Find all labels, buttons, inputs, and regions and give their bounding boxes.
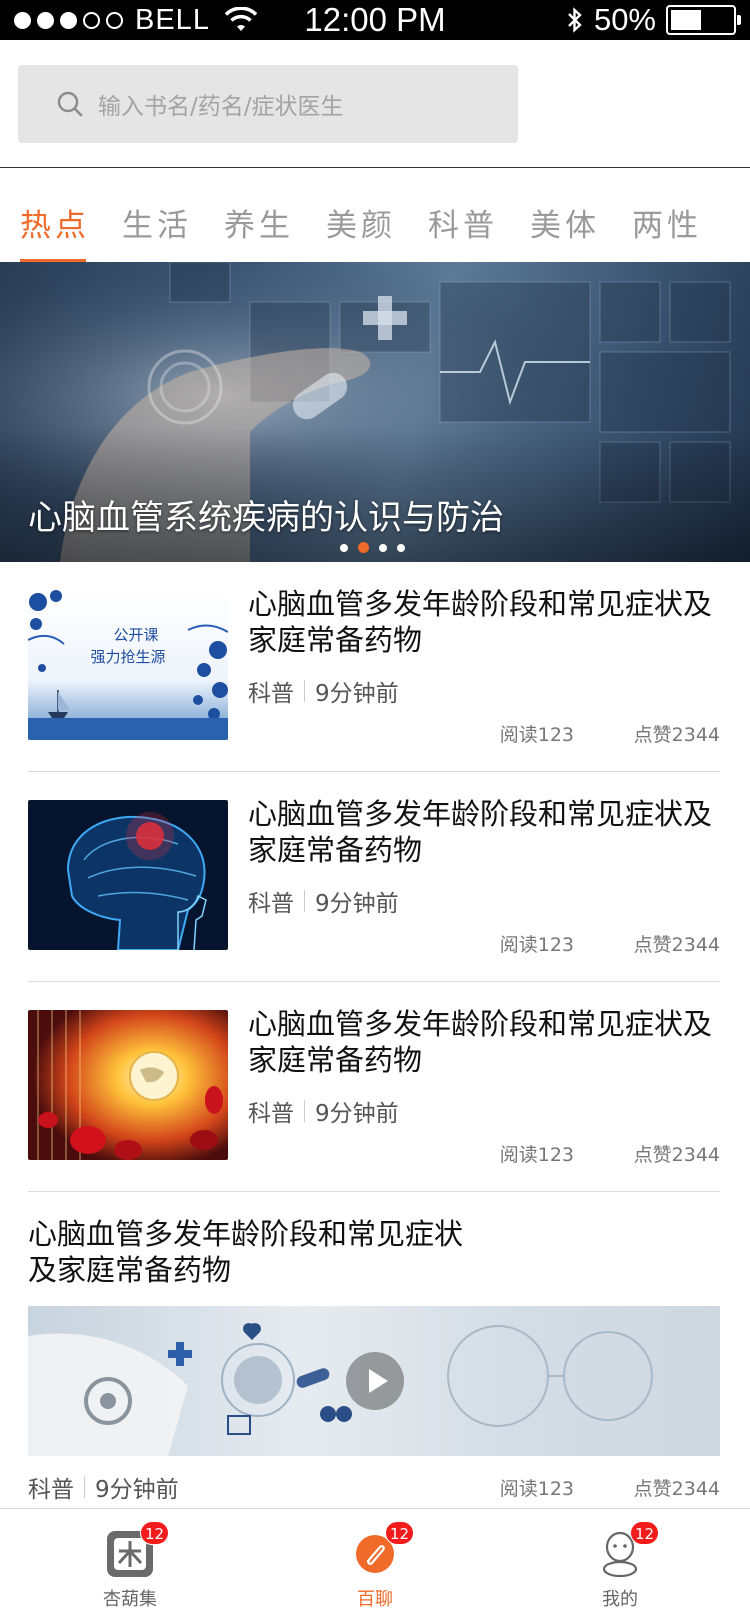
category-tabs: 热点 生活 养生 美颜 科普 美体 两性 <box>0 200 750 262</box>
article-title: 心脑血管多发年龄阶段和常见症状及家庭常备药物 <box>248 1007 713 1077</box>
video-like-count[interactable]: 点赞2344 <box>634 1474 720 1501</box>
tabbar-badge: 12 <box>385 1521 415 1545</box>
carousel-dot-4[interactable] <box>397 543 405 552</box>
article-time: 9分钟前 <box>315 891 399 917</box>
video-article-title: 心脑血管多发年龄阶段和常见症状及家庭常备药物 <box>28 1217 464 1287</box>
tabbar-label: 我的 <box>602 1589 638 1610</box>
meta-divider <box>84 1476 85 1498</box>
article-meta: 科普 9分钟前 <box>248 1094 399 1128</box>
tabbar-item-chat[interactable]: 12 百聊 <box>295 1509 455 1616</box>
battery-percent: 50% <box>593 2 656 37</box>
carousel-dot-3[interactable] <box>379 543 387 552</box>
bottom-tab-bar: 12 杏葫集 12 百聊 12 我的 <box>0 1508 750 1616</box>
search-placeholder: 输入书名/药名/症状医生 <box>98 94 344 120</box>
article-item[interactable]: 心脑血管多发年龄阶段和常见症状及家庭常备药物 科普 9分钟前 阅读123 点赞2… <box>28 982 720 1192</box>
article-read-count: 阅读123 <box>499 724 574 746</box>
play-button[interactable] <box>346 1352 404 1410</box>
video-time: 9分钟前 <box>95 1477 179 1503</box>
carousel-dot-1[interactable] <box>340 543 348 552</box>
article-title: 心脑血管多发年龄阶段和常见症状及家庭常备药物 <box>248 587 713 657</box>
tab-beauty[interactable]: 美颜 <box>326 200 396 262</box>
video-category[interactable]: 科普 <box>28 1470 74 1504</box>
battery-icon <box>666 5 741 35</box>
status-bar: BELL 12:00 PM 50% <box>0 0 750 40</box>
article-item[interactable]: 公开课 强力抢生源 心脑血管多发年龄阶段和常见症状及家庭常备药物 科普 9分钟前… <box>28 562 720 772</box>
tab-hot[interactable]: 热点 <box>20 200 90 262</box>
article-meta: 科普 9分钟前 <box>248 884 399 918</box>
bluetooth-icon <box>568 7 582 33</box>
article-like-count[interactable]: 点赞2344 <box>634 720 720 747</box>
tabbar-badge: 12 <box>140 1521 170 1545</box>
tab-gender[interactable]: 两性 <box>632 200 702 262</box>
poster-line-1: 公开课 <box>113 626 158 644</box>
article-time: 9分钟前 <box>315 1101 399 1127</box>
article-thumbnail <box>28 1010 228 1160</box>
search-input[interactable]: 输入书名/药名/症状医生 <box>18 65 518 143</box>
meta-divider <box>304 1100 305 1122</box>
article-item[interactable]: 心脑血管多发年龄阶段和常见症状及家庭常备药物 科普 9分钟前 阅读123 点赞2… <box>28 772 720 982</box>
poster-line-2: 强力抢生源 <box>90 648 165 666</box>
tabbar-item-xinghuji[interactable]: 12 杏葫集 <box>50 1509 210 1616</box>
article-category[interactable]: 科普 <box>248 884 294 918</box>
article-title: 心脑血管多发年龄阶段和常见症状及家庭常备药物 <box>248 797 713 867</box>
tabbar-label: 杏葫集 <box>103 1589 157 1610</box>
tab-body[interactable]: 美体 <box>530 200 600 262</box>
video-thumbnail[interactable] <box>28 1306 720 1456</box>
course-poster-image: 公开课 强力抢生源 <box>28 590 228 740</box>
article-thumbnail <box>28 800 228 950</box>
tab-life[interactable]: 生活 <box>122 200 192 262</box>
tabbar-item-profile[interactable]: 12 我的 <box>540 1509 700 1616</box>
video-article-meta: 科普 9分钟前 <box>28 1470 179 1504</box>
search-icon <box>57 91 83 117</box>
globe-pills-image <box>28 1010 228 1160</box>
search-header: 输入书名/药名/症状医生 <box>0 40 750 168</box>
article-time: 9分钟前 <box>315 681 399 707</box>
banner-carousel[interactable]: 心脑血管系统疾病的认识与防治 <box>0 262 750 562</box>
status-right: 50% <box>566 2 741 37</box>
article-category[interactable]: 科普 <box>248 1094 294 1128</box>
meta-divider <box>304 890 305 912</box>
battery-fill <box>671 10 701 30</box>
brain-scan-image <box>28 800 228 950</box>
tab-wellness[interactable]: 养生 <box>224 200 294 262</box>
tabbar-badge: 12 <box>630 1521 660 1545</box>
carousel-indicator <box>340 542 405 553</box>
article-like-count[interactable]: 点赞2344 <box>634 930 720 957</box>
carousel-dot-2[interactable] <box>358 542 369 553</box>
article-thumbnail: 公开课 强力抢生源 <box>28 590 228 740</box>
tab-science[interactable]: 科普 <box>428 200 498 262</box>
article-like-count[interactable]: 点赞2344 <box>634 1140 720 1167</box>
article-category[interactable]: 科普 <box>248 674 294 708</box>
video-article-item[interactable]: 心脑血管多发年龄阶段和常见症状及家庭常备药物 科普 9分钟前 阅读123 点赞2… <box>28 1206 720 1506</box>
article-meta: 科普 9分钟前 <box>248 674 399 708</box>
banner-title: 心脑血管系统疾病的认识与防治 <box>28 498 504 538</box>
video-read-count: 阅读123 <box>499 1478 574 1500</box>
article-read-count: 阅读123 <box>499 934 574 956</box>
tabbar-label: 百聊 <box>357 1589 393 1610</box>
meta-divider <box>304 680 305 702</box>
article-read-count: 阅读123 <box>499 1144 574 1166</box>
